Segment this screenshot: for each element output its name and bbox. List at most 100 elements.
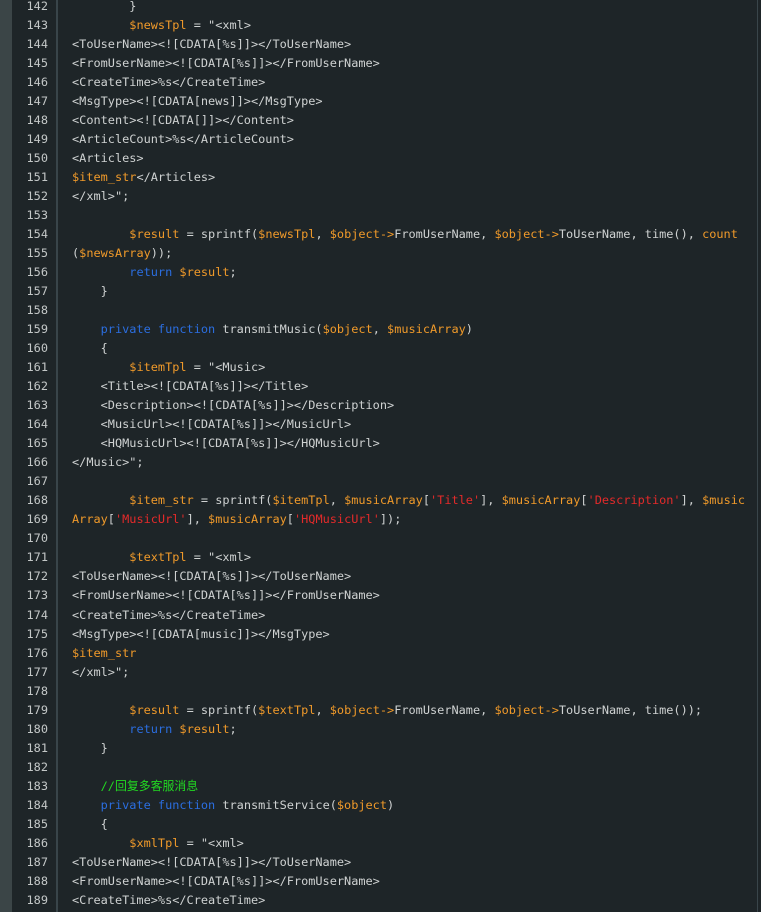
code-line[interactable]: 171 $textTpl = "<xml>	[0, 548, 761, 567]
code-line[interactable]: 164 <MusicUrl><![CDATA[%s]]></MusicUrl>	[0, 415, 761, 434]
variable-token: count	[702, 227, 738, 242]
variable-token: $textTpl	[129, 550, 187, 565]
line-code: </Music>";	[72, 453, 144, 472]
line-number: 182	[26, 759, 48, 774]
line-number: 165	[26, 436, 48, 451]
code-text: <ArticleCount>%s</ArticleCount>	[72, 132, 294, 147]
code-line[interactable]: 173 <FromUserName><![CDATA[%s]]></FromUse…	[0, 586, 761, 605]
code-line[interactable]: 165 <HQMusicUrl><![CDATA[%s]]></HQMusicU…	[0, 434, 761, 453]
line-number: 178	[26, 683, 48, 698]
line-code: }	[72, 0, 136, 16]
line-code: private function transmitService($object…	[72, 796, 395, 815]
code-line[interactable]: 169 Array['MusicUrl'], $musicArray['HQMus…	[0, 510, 761, 529]
code-line[interactable]: 142 }	[0, 0, 761, 16]
variable-token: $itemTpl	[272, 493, 330, 508]
line-code: <MsgType><![CDATA[news]]></MsgType>	[72, 92, 323, 111]
code-line[interactable]: 153	[0, 206, 761, 225]
line-number: 176	[26, 645, 48, 660]
variable-token: $musicArray	[501, 493, 581, 508]
line-code: $newsTpl = "<xml>	[72, 16, 251, 35]
code-line[interactable]: 183 //回复多客服消息	[0, 777, 761, 796]
line-code: </xml>";	[72, 663, 129, 682]
code-line[interactable]: 177 </xml>";	[0, 663, 761, 682]
code-text: <ToUserName><![CDATA[%s]]></ToUserName>	[72, 37, 352, 52]
code-line[interactable]: 152 </xml>";	[0, 187, 761, 206]
code-line[interactable]: 144 <ToUserName><![CDATA[%s]]></ToUserNam…	[0, 35, 761, 54]
code-text: ;	[229, 721, 237, 736]
line-code: $item_str</Articles>	[72, 168, 215, 187]
code-text: FromUserName,	[394, 227, 495, 242]
code-text: ToUserName, time(),	[558, 227, 703, 242]
code-text: }	[72, 740, 108, 755]
keyword-token: private function	[100, 322, 216, 337]
keyword-token: private function	[100, 797, 216, 812]
code-line[interactable]: 150 <Articles>	[0, 149, 761, 168]
line-number: 156	[26, 265, 48, 280]
line-code: <Title><![CDATA[%s]]></Title>	[72, 377, 309, 396]
code-text: transmitService(	[215, 797, 337, 812]
code-line[interactable]: 181 }	[0, 739, 761, 758]
code-line[interactable]: 179 $result = sprintf($textTpl, $object-…	[0, 701, 761, 720]
string-token: 'HQMusicUrl'	[293, 512, 380, 527]
code-line[interactable]: 155 ($newsArray));	[0, 244, 761, 263]
code-line[interactable]: 145 <FromUserName><![CDATA[%s]]></FromUse…	[0, 54, 761, 73]
code-line[interactable]: 166 </Music>";	[0, 453, 761, 472]
code-line[interactable]: 147 <MsgType><![CDATA[news]]></MsgType>	[0, 92, 761, 111]
code-line[interactable]: 174 <CreateTime>%s</CreateTime>	[0, 606, 761, 625]
code-line[interactable]: 188 <FromUserName><![CDATA[%s]]></FromUse…	[0, 872, 761, 891]
code-line[interactable]: 159 private function transmitMusic($obje…	[0, 320, 761, 339]
code-line[interactable]: 180 return $result;	[0, 720, 761, 739]
code-text: <CreateTime>%s</CreateTime>	[72, 75, 266, 90]
code-line[interactable]: 148 <Content><![CDATA[]]></Content>	[0, 111, 761, 130]
code-line[interactable]: 157 }	[0, 282, 761, 301]
line-number: 183	[26, 778, 48, 793]
code-line[interactable]: 163 <Description><![CDATA[%s]]></Descrip…	[0, 396, 761, 415]
variable-token: $xmlTpl	[129, 835, 180, 850]
code-line[interactable]: 156 return $result;	[0, 263, 761, 282]
code-line[interactable]: 186 $xmlTpl = "<xml>	[0, 834, 761, 853]
code-line[interactable]: 184 private function transmitService($ob…	[0, 796, 761, 815]
code-editor[interactable]: 142 } 143 $newsTpl = "<xml> 144 <ToUserName…	[0, 0, 761, 910]
line-code: <FromUserName><![CDATA[%s]]></FromUserNa…	[72, 872, 380, 891]
code-line[interactable]: 178	[0, 682, 761, 701]
variable-token: $result	[179, 721, 230, 736]
code-line[interactable]: 143 $newsTpl = "<xml>	[0, 16, 761, 35]
code-line[interactable]: 146 <CreateTime>%s</CreateTime>	[0, 73, 761, 92]
code-line[interactable]: 175 <MsgType><![CDATA[music]]></MsgType>	[0, 625, 761, 644]
code-line[interactable]: 162 <Title><![CDATA[%s]]></Title>	[0, 377, 761, 396]
line-code: return $result;	[72, 720, 237, 739]
code-line[interactable]: 154 $result = sprintf($newsTpl, $object-…	[0, 225, 761, 244]
code-line[interactable]: 160 {	[0, 339, 761, 358]
line-code: <FromUserName><![CDATA[%s]]></FromUserNa…	[72, 54, 380, 73]
code-line[interactable]: 189 <CreateTime>%s</CreateTime>	[0, 891, 761, 910]
code-line[interactable]: 158	[0, 301, 761, 320]
line-code: <ToUserName><![CDATA[%s]]></ToUserName>	[72, 567, 351, 586]
code-line[interactable]: 161 $itemTpl = "<Music>	[0, 358, 761, 377]
code-line[interactable]: 167	[0, 472, 761, 491]
line-code: </xml>";	[72, 187, 129, 206]
code-text: <Title><![CDATA[%s]]></Title>	[72, 379, 309, 394]
keyword-token: return	[129, 721, 173, 736]
line-code: {	[72, 339, 108, 358]
code-line[interactable]: 176 $item_str	[0, 644, 761, 663]
code-text: <FromUserName><![CDATA[%s]]></FromUserNa…	[72, 56, 380, 71]
code-line[interactable]: 185 {	[0, 815, 761, 834]
code-line[interactable]: 170	[0, 529, 761, 548]
code-line[interactable]: 168 $item_str = sprintf($itemTpl, $music…	[0, 491, 761, 510]
code-line[interactable]: 182	[0, 758, 761, 777]
line-code: }	[72, 739, 108, 758]
code-line[interactable]: 149 <ArticleCount>%s</ArticleCount>	[0, 130, 761, 149]
line-code: <MsgType><![CDATA[music]]></MsgType>	[72, 625, 330, 644]
code-line[interactable]: 172 <ToUserName><![CDATA[%s]]></ToUserNam…	[0, 567, 761, 586]
line-number: 160	[26, 341, 48, 356]
code-text: ],	[680, 493, 703, 508]
code-line[interactable]: 151 $item_str</Articles>	[0, 168, 761, 187]
variable-token: $textTpl	[258, 702, 316, 717]
line-code: <Description><![CDATA[%s]]></Description…	[72, 396, 395, 415]
code-line[interactable]: 187 <ToUserName><![CDATA[%s]]></ToUserNam…	[0, 853, 761, 872]
